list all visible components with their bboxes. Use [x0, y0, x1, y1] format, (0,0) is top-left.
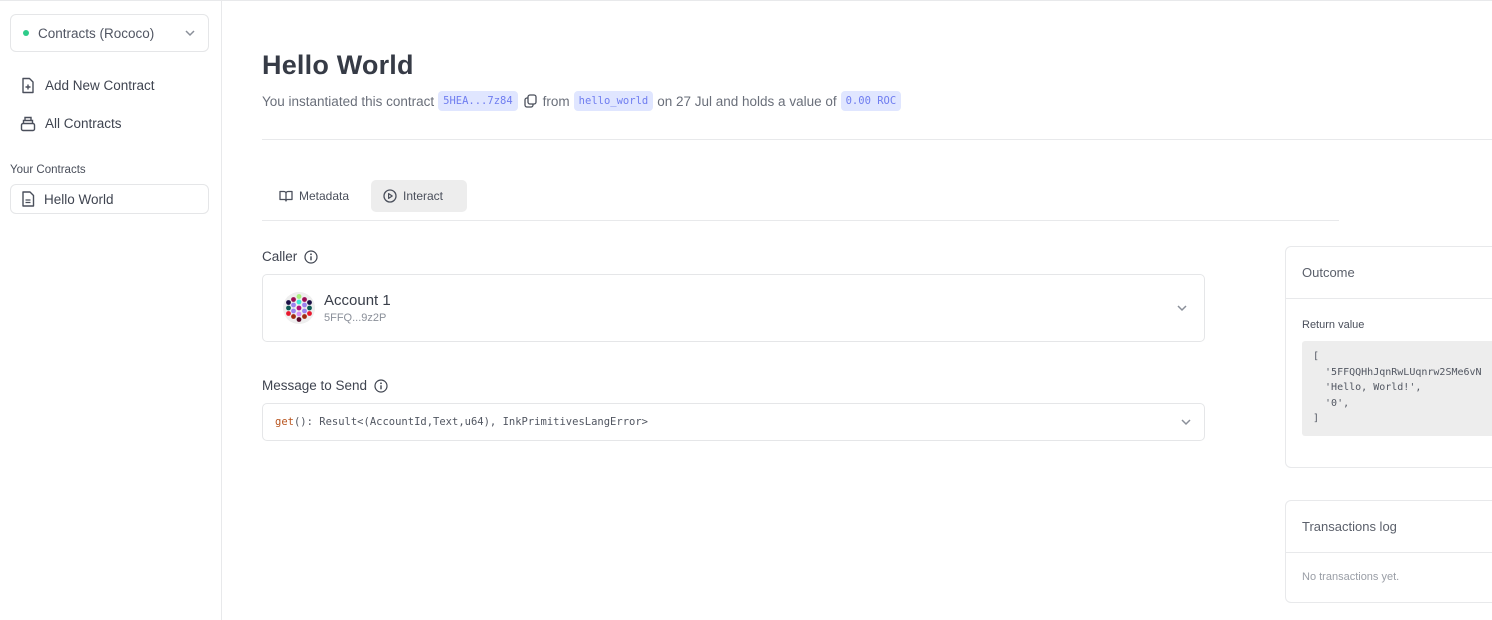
caller-label: Caller [262, 249, 318, 264]
caller-account-select[interactable]: Account 1 5FFQ...9z2P [262, 274, 1205, 342]
account-avatar [283, 292, 315, 324]
network-label: Contracts (Rococo) [38, 25, 155, 41]
contract-item-hello-world[interactable]: Hello World [10, 184, 209, 214]
copy-icon[interactable] [524, 94, 537, 108]
subtitle-prefix: You instantiated this contract [262, 93, 435, 109]
transactions-title: Transactions log [1286, 501, 1492, 553]
nav-label: Add New Contract [45, 78, 155, 93]
network-selector[interactable]: Contracts (Rococo) [10, 14, 209, 52]
outcome-title: Outcome [1286, 247, 1492, 299]
caller-label-text: Caller [262, 249, 298, 264]
subtitle-from: from [542, 93, 570, 109]
chevron-down-icon [1177, 305, 1187, 312]
tab-interact[interactable]: Interact [371, 180, 467, 212]
your-contracts-label: Your Contracts [10, 164, 86, 176]
top-border [0, 0, 1492, 1]
sidebar: Contracts (Rococo) Add New Contract All … [0, 1, 222, 620]
account-info: Account 1 5FFQ...9z2P [324, 292, 1176, 324]
chevron-down-icon [1181, 419, 1191, 426]
message-signature: get(): Result<(AccountId,Text,u64), InkP… [275, 416, 1180, 428]
return-value-code: [ '5FFQQHhJqnRwLUqnrw2SMe6vN 'Hello, Wor… [1302, 341, 1492, 436]
network-status-dot [23, 30, 29, 36]
account-name: Account 1 [324, 292, 391, 309]
document-icon [22, 191, 35, 207]
tabs-divider [262, 220, 1339, 221]
collection-icon [20, 116, 36, 132]
transactions-empty-text: No transactions yet. [1302, 571, 1400, 583]
code-name-chip: hello_world [573, 91, 654, 111]
file-plus-icon [22, 77, 34, 94]
return-value-label: Return value [1302, 319, 1365, 331]
nav-label: All Contracts [45, 116, 122, 131]
contract-subtitle: You instantiated this contract 5HEA...7z… [262, 91, 905, 111]
play-circle-icon [383, 189, 397, 203]
contract-label: Hello World [44, 191, 114, 207]
tab-metadata[interactable]: Metadata [267, 180, 361, 212]
info-icon[interactable] [374, 378, 388, 393]
message-fn-name: get [275, 416, 294, 428]
subtitle-date: on 27 Jul and holds a value of [657, 93, 837, 109]
page-title: Hello World [262, 50, 414, 80]
nav-all-contracts[interactable]: All Contracts [20, 115, 122, 132]
message-label: Message to Send [262, 378, 388, 393]
message-label-text: Message to Send [262, 378, 368, 393]
tab-label: Interact [403, 189, 444, 203]
message-select[interactable]: get(): Result<(AccountId,Text,u64), InkP… [262, 403, 1205, 441]
info-icon[interactable] [304, 249, 318, 264]
chevron-down-icon [185, 30, 195, 37]
nav-add-new-contract[interactable]: Add New Contract [20, 77, 155, 94]
contract-value-chip: 0.00 ROC [840, 91, 902, 111]
message-fn-signature: (): Result<(AccountId,Text,u64), InkPrim… [293, 416, 648, 428]
header-divider [262, 139, 1492, 140]
contract-address-chip: 5HEA...7z84 [438, 91, 518, 111]
account-address: 5FFQ...9z2P [324, 312, 387, 324]
tab-label: Metadata [299, 189, 350, 203]
outcome-panel: Outcome Return value [ '5FFQQHhJqnRwLUqn… [1285, 246, 1492, 468]
transactions-panel: Transactions log No transactions yet. [1285, 500, 1492, 603]
book-icon [279, 190, 293, 202]
